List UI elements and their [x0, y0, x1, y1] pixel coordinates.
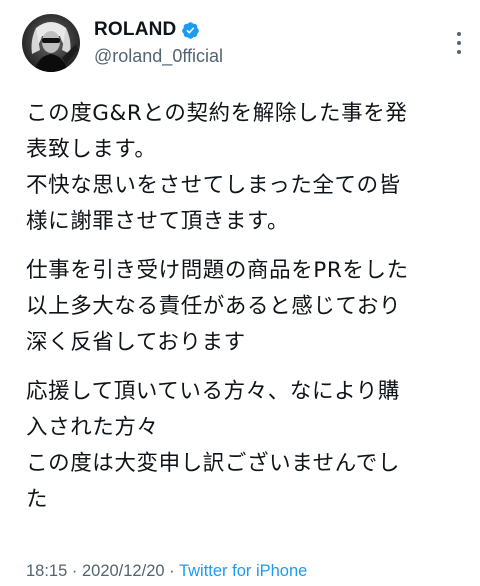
- tweet-text: この度G&Rとの契約を解除した事を発 表致します。 不快な思いをさせてしまった全…: [26, 96, 466, 531]
- text-line: 以上多大なる責任があると感じており: [26, 294, 402, 319]
- more-dot: [457, 32, 461, 36]
- tweet-date[interactable]: 2020/12/20: [82, 562, 165, 580]
- tweet-meta: 18:15 · 2020/12/20 · Twitter for iPhone: [26, 560, 307, 582]
- text-line: この度G&Rとの契約を解除した事を発: [26, 101, 408, 126]
- text-line: 様に謝罪させて頂きます。: [26, 209, 290, 234]
- more-dot: [457, 41, 461, 45]
- verified-badge-icon: [182, 21, 200, 39]
- author-handle[interactable]: @roland_0fficial: [94, 44, 223, 68]
- text-line: この度は大変申し訳ございませんでし: [26, 451, 400, 476]
- tweet-paragraph-2: 仕事を引き受け問題の商品をPRをした 以上多大なる責任があると感じており 深く反…: [26, 253, 466, 361]
- more-options-icon[interactable]: [454, 32, 464, 54]
- text-line: 仕事を引き受け問題の商品をPRをした: [26, 258, 409, 283]
- tweet-paragraph-1: この度G&Rとの契約を解除した事を発 表致します。 不快な思いをさせてしまった全…: [26, 96, 466, 240]
- tweet-time[interactable]: 18:15: [26, 562, 67, 580]
- text-line: 不快な思いをさせてしまった全ての皆: [26, 173, 401, 198]
- avatar[interactable]: [22, 14, 80, 72]
- more-dot: [457, 50, 461, 54]
- tweet-paragraph-3: 応援して頂いている方々、なにより購 入された方々 この度は大変申し訳ございません…: [26, 374, 466, 518]
- author-names: ROLAND @roland_0fficial: [94, 18, 223, 68]
- display-name: ROLAND: [94, 19, 177, 40]
- text-line: 入された方々: [26, 415, 159, 440]
- tweet-source-link[interactable]: Twitter for iPhone: [179, 562, 307, 580]
- tweet: ROLAND @roland_0fficial この度G&Rとの契約を解除した事…: [0, 0, 480, 586]
- text-line: た: [26, 487, 49, 512]
- text-line: 深く反省しております: [26, 330, 246, 355]
- text-line: 表致します。: [26, 137, 157, 162]
- meta-separator: ·: [164, 562, 179, 580]
- avatar-image: [22, 14, 80, 72]
- meta-separator: ·: [67, 562, 82, 580]
- display-name-row[interactable]: ROLAND: [94, 18, 223, 42]
- text-line: 応援して頂いている方々、なにより購: [26, 379, 400, 404]
- tweet-header: ROLAND @roland_0fficial: [22, 10, 223, 76]
